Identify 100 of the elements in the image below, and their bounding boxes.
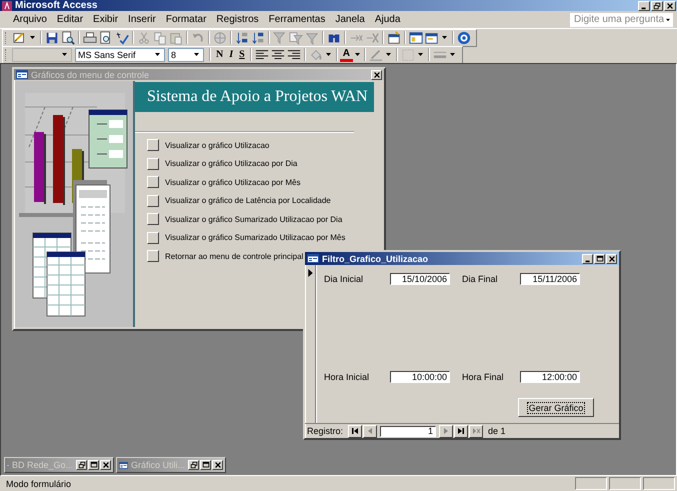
maximize-button[interactable] [88,460,99,470]
close-button[interactable] [606,254,617,264]
menu-option-label: Visualizar o gráfico de Latência por Localidade [165,196,331,205]
menu-item[interactable]: Registros [211,14,264,25]
dropdown-arrow-icon[interactable] [666,18,670,22]
status-text: Modo formulário [5,478,72,488]
maximize-icon [90,461,98,469]
format-button[interactable]: I [226,48,236,62]
align-left-icon[interactable] [254,48,269,62]
minimize-button[interactable] [638,0,650,10]
app-icon [1,0,13,12]
dropdown-arrow-icon[interactable] [386,53,391,56]
close-icon [102,461,110,469]
menu-option-button[interactable] [147,250,159,262]
input-field[interactable]: 15/11/2006 [520,273,580,285]
menu-option-button[interactable] [147,213,159,225]
menu-item[interactable]: Ferramentas [264,14,330,25]
menu-item[interactable]: Exibir [88,14,124,25]
dropdown-arrow-icon[interactable] [442,36,447,39]
window-title: Microsoft Access [15,0,98,11]
view-icon[interactable] [13,30,27,44]
menu-item[interactable]: Editar [52,14,88,25]
line-color-icon[interactable] [368,48,383,62]
database-window-icon[interactable] [409,30,423,44]
dropdown-arrow-icon[interactable] [418,53,423,56]
format-button[interactable]: N [213,48,226,62]
menu-item[interactable]: Inserir [123,14,161,25]
menu-option-label: Visualizar o gráfico Utilizacao por Mês [165,178,300,186]
close-icon [372,70,380,78]
window-title: Filtro_Grafico_Utilizacao [322,254,428,264]
close-button[interactable] [100,460,111,470]
fill-color-icon[interactable] [308,48,323,62]
heading: Sistema de Apoio a Projetos WAN [147,88,368,106]
dropdown-arrow-icon[interactable] [450,53,455,56]
spelling-check-icon[interactable] [115,30,129,44]
last-record-icon[interactable] [456,427,466,435]
record-number-field[interactable]: 1 [380,426,436,436]
dropdown-arrow-icon[interactable] [354,53,360,56]
menu-option-button[interactable] [147,194,159,206]
input-field[interactable]: 15/10/2006 [390,273,450,285]
menu-option-label: Visualizar o gráfico Utilizacao por Dia [165,159,298,168]
dropdown-arrow-icon[interactable] [155,53,160,56]
window-title: Gráfico Utili... [130,460,185,470]
restore-button[interactable] [188,460,199,470]
menu-option-button[interactable] [147,176,159,188]
dropdown-arrow-icon[interactable] [326,53,331,56]
restore-button[interactable] [651,0,663,10]
close-icon [608,254,616,262]
menu-option-button[interactable] [147,158,159,170]
form-icon [16,69,28,80]
menu-item[interactable]: Ajuda [370,14,406,25]
maximize-icon [596,254,604,262]
restore-button[interactable] [76,460,87,470]
font-size-combo[interactable]: 8 [168,48,204,62]
align-right-icon[interactable] [286,48,301,62]
minimize-button[interactable] [582,254,593,264]
restore-icon [190,461,198,469]
close-icon [666,2,674,10]
print-icon[interactable] [83,30,97,44]
dropdown-arrow-icon[interactable] [194,53,199,56]
menu-option-button[interactable] [147,232,159,244]
properties-icon[interactable] [387,30,401,44]
menu-option-label: Visualizar o gráfico Sumarizado Utilizacao por Mês [165,233,346,242]
form-icon [307,253,319,264]
format-button[interactable]: S [236,48,248,62]
record-navigation-label: Registro: [307,426,344,436]
sort-ascending-icon[interactable] [235,30,249,44]
close-button[interactable] [664,0,676,10]
field-label: Hora Inicial [323,372,370,382]
document-search-icon[interactable] [61,30,75,44]
field-label: Hora Final [461,372,505,382]
input-field[interactable]: 10:00:00 [390,371,450,383]
maximize-button[interactable] [200,460,211,470]
generate-chart-button[interactable]: Gerar Gráfico [518,398,594,417]
new-object-icon[interactable] [425,30,439,44]
maximize-button[interactable] [594,254,605,264]
restore-icon [78,461,86,469]
first-record-icon[interactable] [350,427,360,435]
dropdown-arrow-icon[interactable] [30,36,35,39]
menu-option-button[interactable] [147,139,159,151]
input-field[interactable]: 12:00:00 [520,371,580,383]
menu-item[interactable]: Janela [330,14,370,25]
field-label: Dia Inicial [323,274,364,284]
menu-item[interactable]: Arquivo [8,14,52,25]
close-icon [214,461,222,469]
menu-option-label: Visualizar o gráfico Utilizacao [165,140,270,150]
window-title: Gráficos do menu de controle [31,70,150,80]
align-center-icon[interactable] [270,48,285,62]
restore-icon [653,2,661,10]
font-combo[interactable]: MS Sans Serif [75,48,165,62]
record-count-label: de 1 [488,426,506,436]
print-preview-icon[interactable] [99,30,113,44]
window-title: BD Rede_Go... [12,460,73,470]
menu-option-label: Retornar ao menu de controle principal [165,252,304,260]
help-icon[interactable] [457,30,471,44]
help-search-field[interactable]: Digite uma pergunta [570,12,673,26]
save-icon[interactable] [45,30,59,44]
close-button[interactable] [212,460,223,470]
sort-descending-icon[interactable] [251,30,265,44]
menu-item[interactable]: Formatar [160,14,212,25]
